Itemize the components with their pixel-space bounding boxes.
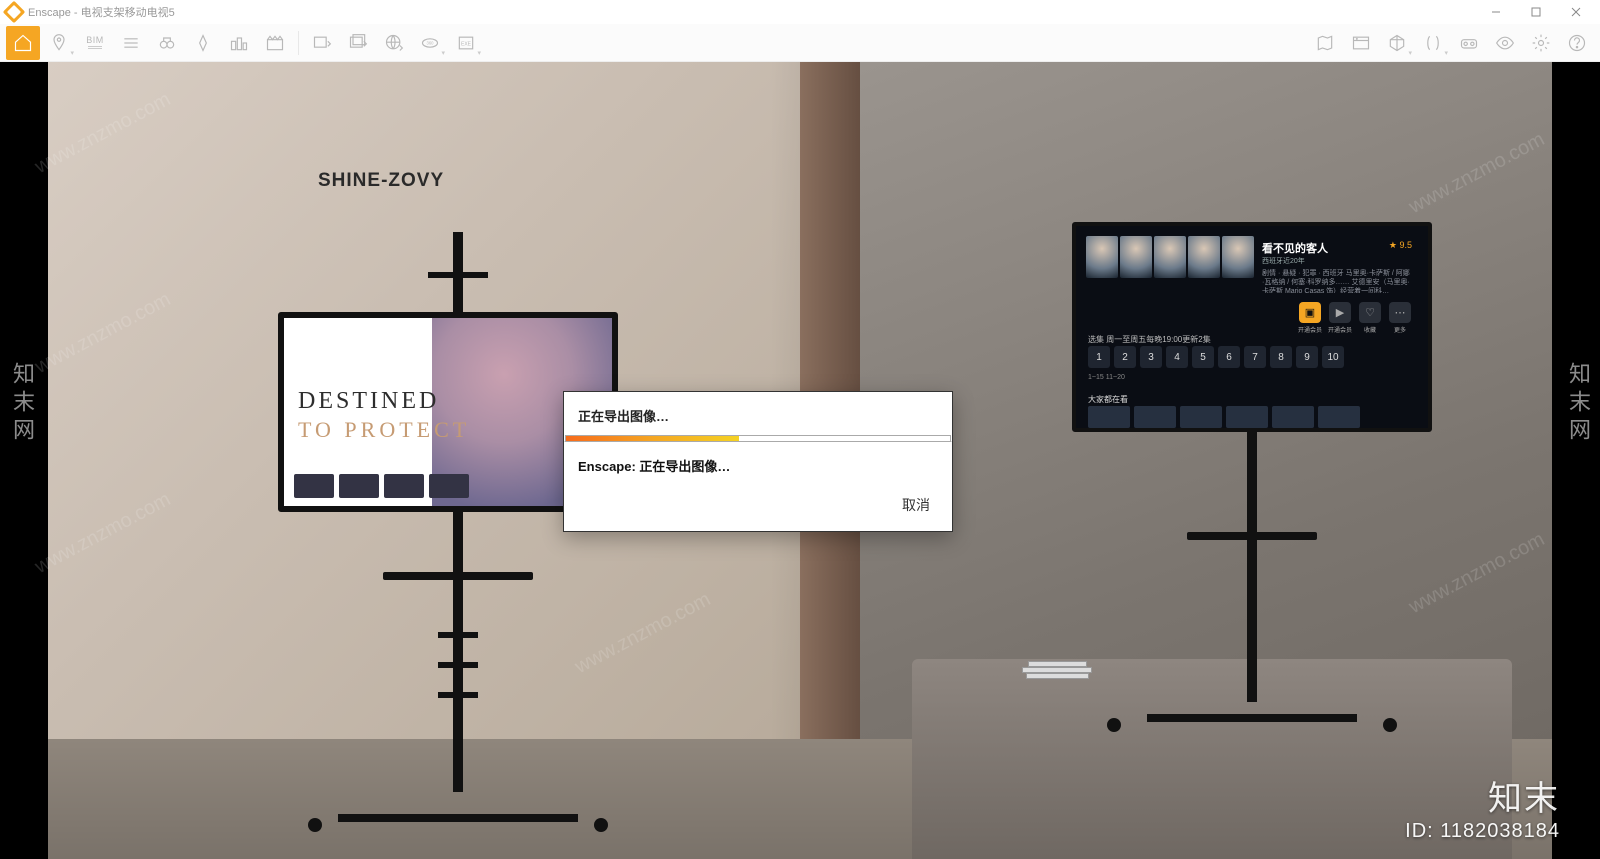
batch-export-button[interactable] [341, 26, 375, 60]
episode-item: 6 [1218, 346, 1240, 368]
corner-id: ID: 1182038184 [1405, 820, 1560, 843]
episode-item: 1 [1088, 346, 1110, 368]
episode-ranges: 1~15 11~20 [1088, 374, 1125, 381]
svg-text:EXE: EXE [461, 41, 472, 47]
title-bar: Enscape - 电视支架移动电视5 [0, 0, 1600, 24]
home-button[interactable] [6, 26, 40, 60]
progress-fill [566, 436, 739, 441]
recommend-label: 大家都在看 [1088, 394, 1128, 405]
movie-actions: ▣开通会员▶开通会员♡收藏⋯更多 [1298, 302, 1412, 334]
movie-action: ▶开通会员 [1328, 302, 1352, 334]
episode-item: 2 [1114, 346, 1136, 368]
movie-subtitle: 西班牙近20年 [1262, 256, 1412, 266]
tv-right-screen: 看不见的客人 西班牙近20年 ★ 9.5 剧情 · 悬疑 · 犯罪 · 西班牙 … [1072, 222, 1432, 432]
vr-headset-button[interactable] [1452, 26, 1486, 60]
compass-view-button[interactable] [186, 26, 220, 60]
export-progress-dialog: 正在导出图像… Enscape: 正在导出图像… 取消 [563, 391, 953, 532]
episode-item: 5 [1192, 346, 1214, 368]
location-pin-button[interactable]: ▾ [42, 26, 76, 60]
app-logo-icon [3, 1, 26, 24]
corner-brand: 知末 [1405, 771, 1560, 820]
episode-item: 10 [1322, 346, 1344, 368]
globe-export-button[interactable] [377, 26, 411, 60]
menu-lines-button[interactable] [114, 26, 148, 60]
movie-action: ♡收藏 [1358, 302, 1382, 334]
cancel-button[interactable]: 取消 [564, 485, 952, 531]
panorama-360-button[interactable]: 360▾ [413, 26, 447, 60]
scene-brand-text: SHINE-ZOVY [318, 170, 444, 192]
minimap-button[interactable] [1308, 26, 1342, 60]
perspective-button[interactable]: ▾ [1380, 26, 1414, 60]
episode-item: 8 [1270, 346, 1292, 368]
buildings-button[interactable] [222, 26, 256, 60]
dialog-status-2: Enscape: 正在导出图像… [564, 441, 952, 485]
episode-item: 3 [1140, 346, 1162, 368]
corner-watermark: 知末 ID: 1182038184 [1405, 771, 1560, 843]
close-button[interactable] [1556, 0, 1596, 24]
progress-bar [565, 435, 951, 442]
main-toolbar: ▾ BIM 360▾ EXE▾ ▾ ▾ [0, 24, 1600, 62]
movie-rating: ★ 9.5 [1389, 240, 1412, 251]
export-image-button[interactable] [305, 26, 339, 60]
tv-stand-right: 看不见的客人 西班牙近20年 ★ 9.5 剧情 · 悬疑 · 犯罪 · 西班牙 … [1082, 222, 1422, 722]
minimize-button[interactable] [1476, 0, 1516, 24]
dialog-status-1: 正在导出图像… [564, 392, 952, 435]
episode-item: 7 [1244, 346, 1266, 368]
toolbar-separator [298, 31, 299, 55]
movie-description: 剧情 · 悬疑 · 犯罪 · 西班牙 马里奥·卡萨斯 / 阿娜·瓦格纳 / 何塞… [1262, 269, 1412, 293]
tv-left-line2: TO PROTECT [298, 417, 470, 443]
mirror-button[interactable]: ▾ [1416, 26, 1450, 60]
movie-action: ⋯更多 [1388, 302, 1412, 334]
settings-gear-button[interactable] [1524, 26, 1558, 60]
view-manager-button[interactable] [1344, 26, 1378, 60]
tv-left-line1: DESTINED [298, 388, 470, 415]
episode-item: 4 [1166, 346, 1188, 368]
render-viewport[interactable]: SHINE-ZOVY DESTINED TO PROTECT [0, 62, 1600, 859]
episode-selection-label: 选集 周一至周五每晚19:00更新2集 [1088, 334, 1211, 345]
exe-export-button[interactable]: EXE▾ [449, 26, 483, 60]
maximize-button[interactable] [1516, 0, 1556, 24]
help-button[interactable] [1560, 26, 1594, 60]
window-title: Enscape - 电视支架移动电视5 [28, 4, 1476, 20]
episode-item: 9 [1296, 346, 1318, 368]
binoculars-button[interactable] [150, 26, 184, 60]
bim-button[interactable]: BIM [78, 26, 112, 60]
visibility-eye-button[interactable] [1488, 26, 1522, 60]
side-watermark-left: 知末网 [6, 362, 38, 446]
side-watermark-right: 知末网 [1562, 362, 1594, 446]
svg-text:360: 360 [427, 40, 435, 45]
episode-list: 12345678910 [1088, 346, 1344, 368]
clapperboard-button[interactable] [258, 26, 292, 60]
movie-action: ▣开通会员 [1298, 302, 1322, 334]
